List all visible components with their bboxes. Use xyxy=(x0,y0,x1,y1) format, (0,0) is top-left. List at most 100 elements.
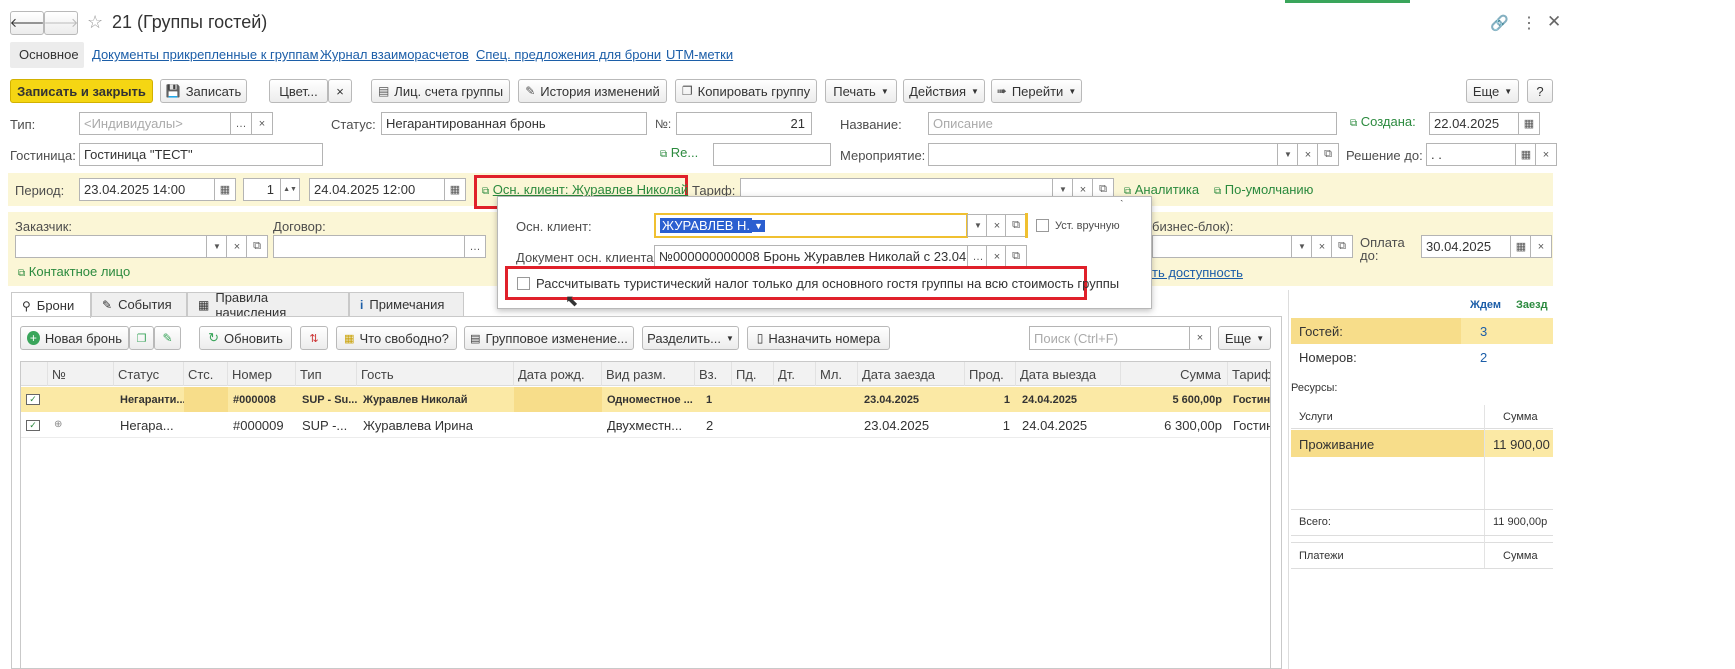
edit-button[interactable]: ✎ xyxy=(154,326,181,350)
nav-journal[interactable]: Журнал взаиморасчетов xyxy=(320,47,469,62)
calendar-icon[interactable]: ▦ xyxy=(1518,112,1540,135)
print-button[interactable]: Печать ▼ xyxy=(825,79,897,103)
col-adults[interactable]: Вз. xyxy=(695,362,732,386)
tab-notes[interactable]: i Примечания xyxy=(349,292,464,316)
col-departure[interactable]: Дата выезда xyxy=(1016,362,1121,386)
chevron-down-icon[interactable]: ▼ xyxy=(206,235,228,258)
calendar-icon[interactable]: ▦ xyxy=(1515,143,1537,166)
period-to-input[interactable]: 24.04.2025 12:00 xyxy=(309,178,445,201)
col-status[interactable]: Статус xyxy=(114,362,184,386)
re-link[interactable]: ⧉ Re... xyxy=(660,145,698,160)
menu-dots-icon[interactable]: ⋮ xyxy=(1521,13,1537,33)
tax-checkbox[interactable] xyxy=(517,277,530,290)
contract-input[interactable] xyxy=(273,235,465,258)
status-input[interactable]: Негарантированная бронь xyxy=(381,112,647,135)
created-input[interactable]: 22.04.2025 xyxy=(1429,112,1519,135)
nights-stepper[interactable]: ▲▼ xyxy=(280,178,300,201)
accounts-button[interactable]: ▤ Лиц. счета группы xyxy=(371,79,510,103)
customer-clear-button[interactable]: × xyxy=(226,235,248,258)
nav-docs[interactable]: Документы прикрепленные к группам xyxy=(92,47,319,62)
free-button[interactable]: ▦ Что свободно? xyxy=(336,326,457,350)
actions-button[interactable]: Действия ▼ xyxy=(903,79,985,103)
refresh-button[interactable]: ↻ Обновить xyxy=(199,326,292,350)
open-icon[interactable]: ⧉ xyxy=(246,235,268,258)
period-from-input[interactable]: 23.04.2025 14:00 xyxy=(79,178,215,201)
back-button[interactable]: 🡐 xyxy=(10,11,44,35)
close-icon[interactable]: ✕ xyxy=(1547,12,1561,32)
history-button[interactable]: ✎ История изменений xyxy=(518,79,667,103)
nav-special[interactable]: Спец. предложения для брони xyxy=(476,47,661,62)
col-ml[interactable]: Мл. xyxy=(816,362,858,386)
bizblock-clear-button[interactable]: × xyxy=(1311,235,1333,258)
bizblock-input[interactable] xyxy=(1152,235,1292,258)
nav-main[interactable]: Основное xyxy=(19,47,79,62)
nav-utm[interactable]: UTM-метки xyxy=(666,47,733,62)
tab-rules[interactable]: ▦ Правила начисления xyxy=(187,290,349,320)
customer-input[interactable] xyxy=(15,235,207,258)
event-clear-button[interactable]: × xyxy=(1297,143,1319,166)
star-icon[interactable]: ☆ xyxy=(87,12,103,33)
sort-button[interactable]: ⇅ xyxy=(300,326,328,350)
list-more-button[interactable]: Еще ▼ xyxy=(1218,326,1271,350)
main-client-link[interactable]: ⧉ Осн. клиент: Журавлев Николай xyxy=(482,182,688,197)
assign-rooms-button[interactable]: ▯ Назначить номера xyxy=(747,326,890,350)
col-birth[interactable]: Дата рожд. xyxy=(514,362,602,386)
col-sts[interactable]: Стс. xyxy=(184,362,228,386)
re-input[interactable] xyxy=(713,143,831,166)
chevron-down-icon[interactable]: ▼ xyxy=(1291,235,1313,258)
chevron-down-icon[interactable]: ▼ xyxy=(1277,143,1299,166)
calendar-icon[interactable]: ▦ xyxy=(1510,235,1532,258)
split-button[interactable]: Разделить... ▼ xyxy=(642,326,739,350)
search-input[interactable]: Поиск (Ctrl+F) xyxy=(1029,326,1190,350)
col-sum[interactable]: Сумма xyxy=(1121,362,1228,386)
tab-events[interactable]: ✎ События xyxy=(91,292,187,316)
open-icon[interactable]: ⧉ xyxy=(1331,235,1353,258)
tab-bookings[interactable]: ⚲ Брони xyxy=(11,292,91,318)
pay-input[interactable]: 30.04.2025 xyxy=(1421,235,1511,258)
help-button[interactable]: ? xyxy=(1527,79,1553,103)
color-clear-button[interactable]: × xyxy=(328,79,352,103)
analytics-link[interactable]: ⧉ Аналитика xyxy=(1124,182,1199,197)
name-input[interactable]: Описание xyxy=(928,112,1337,135)
decision-clear-button[interactable]: × xyxy=(1535,143,1557,166)
col-type[interactable]: Тип xyxy=(296,362,357,386)
link-icon[interactable]: 🔗 xyxy=(1490,14,1509,32)
col-room[interactable]: Номер xyxy=(228,362,296,386)
open-icon[interactable]: ⧉ xyxy=(1317,143,1339,166)
calendar-icon[interactable]: ▦ xyxy=(444,178,466,201)
group-change-button[interactable]: ▤ Групповое изменение... xyxy=(464,326,634,350)
decision-input[interactable]: . . xyxy=(1426,143,1516,166)
new-booking-button[interactable]: + Новая бронь xyxy=(20,326,129,350)
expand-icon[interactable]: ⊕ xyxy=(54,419,62,430)
open-icon[interactable]: ⧉ xyxy=(1005,214,1027,237)
col-dur[interactable]: Прод. xyxy=(965,362,1016,386)
hotel-input[interactable]: Гостиница "ТЕСТ" xyxy=(79,143,323,166)
save-close-button[interactable]: Записать и закрыть xyxy=(10,79,153,103)
open-icon[interactable]: ⧉ xyxy=(1005,245,1027,268)
copy-group-button[interactable]: ❐ Копировать группу xyxy=(675,79,817,103)
contact-link[interactable]: ⧉ Контактное лицо xyxy=(18,264,130,279)
search-clear-button[interactable]: × xyxy=(1189,326,1211,350)
pay-clear-button[interactable]: × xyxy=(1530,235,1552,258)
manual-checkbox[interactable] xyxy=(1036,219,1049,232)
forward-button[interactable]: 🡒 xyxy=(44,11,78,35)
color-button[interactable]: Цвет... xyxy=(269,79,328,103)
popup-close-mark[interactable]: ˋ xyxy=(1120,199,1124,211)
popup-client-input[interactable]: ЖУРАВЛЕВ Н. ▼ xyxy=(654,213,968,238)
contract-select-button[interactable]: … xyxy=(464,235,486,258)
type-clear-button[interactable]: × xyxy=(251,112,273,135)
event-input[interactable] xyxy=(928,143,1278,166)
calendar-icon[interactable]: ▦ xyxy=(214,178,236,201)
col-arrival[interactable]: Дата заезда xyxy=(858,362,965,386)
type-select-button[interactable]: … xyxy=(230,112,252,135)
more-button[interactable]: Еще ▼ xyxy=(1466,79,1519,103)
add-copy-button[interactable]: ❐ xyxy=(129,326,154,350)
availability-link[interactable]: ть доступность xyxy=(1152,265,1243,280)
col-pd[interactable]: Пд. xyxy=(732,362,774,386)
col-guest[interactable]: Гость xyxy=(357,362,514,386)
col-tariff[interactable]: Тариф xyxy=(1228,362,1270,386)
popup-doc-input[interactable]: №000000000008 Бронь Журавлев Николай с 2… xyxy=(654,245,968,268)
type-input[interactable]: <Индивидуалы> xyxy=(79,112,231,135)
goto-button[interactable]: ➠ Перейти ▼ xyxy=(991,79,1082,103)
col-acc[interactable]: Вид разм. xyxy=(602,362,695,386)
